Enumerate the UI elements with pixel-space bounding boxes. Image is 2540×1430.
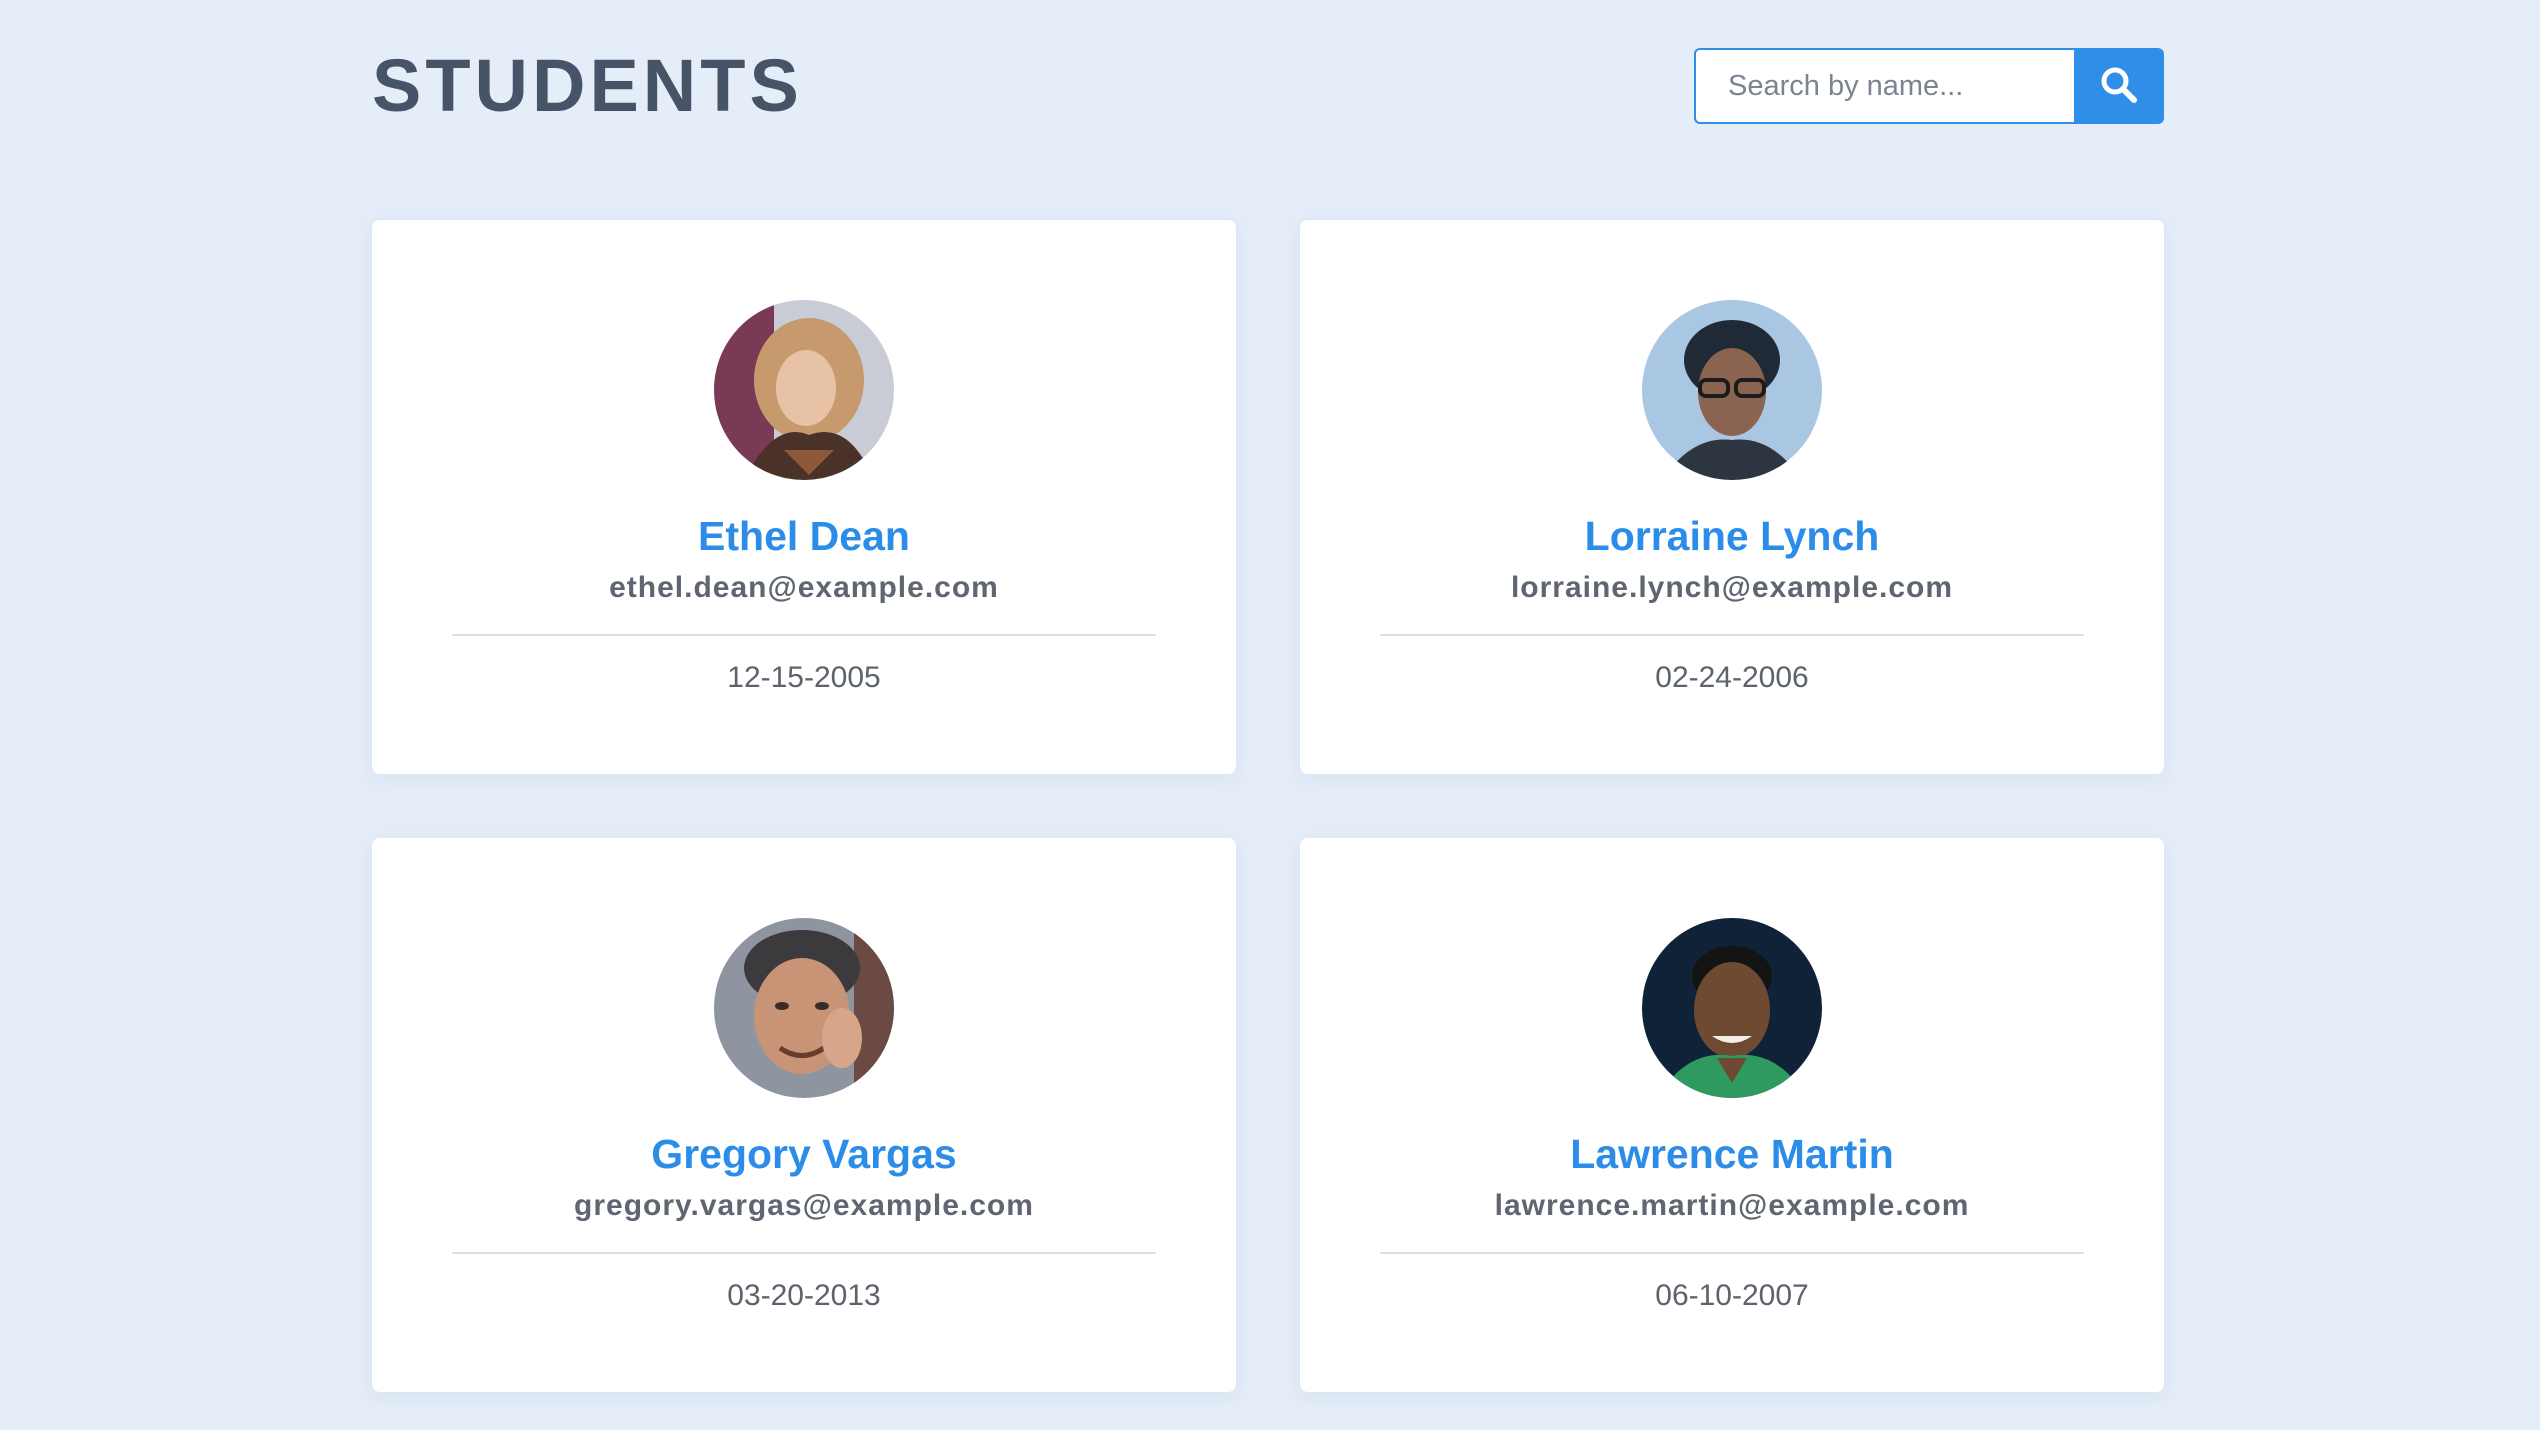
student-name: Gregory Vargas (651, 1131, 957, 1177)
student-date: 03-20-2013 (727, 1279, 881, 1312)
student-date: 06-10-2007 (1655, 1279, 1809, 1312)
avatar (714, 300, 894, 480)
student-card[interactable]: Ethel Dean ethel.dean@example.com 12-15-… (372, 220, 1236, 774)
student-email: gregory.vargas@example.com (574, 1189, 1034, 1222)
page-title: STUDENTS (372, 44, 803, 127)
avatar (1642, 918, 1822, 1098)
divider (452, 1252, 1156, 1254)
search-input[interactable] (1694, 48, 2074, 124)
avatar (714, 918, 894, 1098)
student-email: lawrence.martin@example.com (1494, 1189, 1970, 1222)
student-email: lorraine.lynch@example.com (1510, 571, 1954, 604)
student-name: Lawrence Martin (1570, 1131, 1894, 1177)
student-email: ethel.dean@example.com (609, 571, 999, 604)
page-header: STUDENTS (372, 44, 2164, 127)
search-bar (1694, 48, 2164, 124)
avatar (1642, 300, 1822, 480)
search-icon (2099, 65, 2139, 108)
student-date: 12-15-2005 (727, 661, 881, 694)
student-card[interactable]: Lawrence Martin lawrence.martin@example.… (1300, 838, 2164, 1392)
student-date: 02-24-2006 (1655, 661, 1809, 694)
student-grid: Ethel Dean ethel.dean@example.com 12-15-… (372, 220, 2164, 1392)
search-button[interactable] (2074, 48, 2164, 124)
student-name: Lorraine Lynch (1584, 513, 1880, 559)
divider (1380, 1252, 2084, 1254)
divider (1380, 634, 2084, 636)
divider (452, 634, 1156, 636)
student-name: Ethel Dean (698, 513, 910, 559)
student-card[interactable]: Lorraine Lynch lorraine.lynch@example.co… (1300, 220, 2164, 774)
student-card[interactable]: Gregory Vargas gregory.vargas@example.co… (372, 838, 1236, 1392)
